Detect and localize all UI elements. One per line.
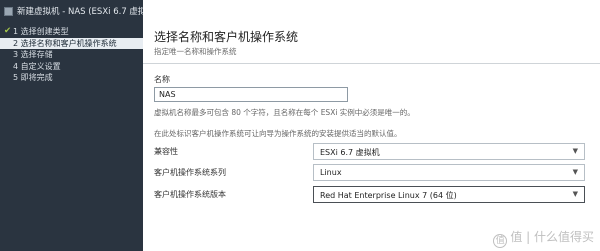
chevron-down-icon: ▼ [572, 168, 578, 176]
zhi-icon: 值 [493, 234, 508, 248]
chevron-down-icon: ▼ [572, 190, 578, 198]
vm-name-input[interactable] [154, 87, 348, 102]
window-title: 新建虚拟机 - NAS (ESXi 6.7 虚拟机) [17, 7, 159, 17]
compatibility-value: ESXi 6.7 虚拟机 [320, 148, 380, 157]
wizard-sidebar: 新建虚拟机 - NAS (ESXi 6.7 虚拟机) ✔ 1 选择创建类型 2 … [0, 0, 158, 251]
wizard-step-2[interactable]: 2 选择名称和客户机操作系统 [0, 37, 143, 49]
step-label: 自定义设置 [20, 61, 61, 71]
os-hint: 在此处标识客户机操作系统可让向导为操作系统的安装提供适当的默认值。 [154, 129, 402, 138]
compatibility-row: 兼容性 ESXi 6.7 虚拟机 ▼ [154, 143, 585, 161]
chevron-down-icon: ▼ [572, 147, 578, 155]
wizard-step-1[interactable]: ✔ 1 选择创建类型 [0, 26, 143, 38]
wizard-step-4[interactable]: 4 自定义设置 [0, 61, 143, 73]
compatibility-label: 兼容性 [154, 147, 178, 156]
check-icon: ✔ [3, 26, 12, 36]
watermark: 值值 | 什么值得买 [493, 228, 594, 248]
os-family-select[interactable]: Linux ▼ [313, 164, 585, 181]
step-label: 选择名称和客户机操作系统 [20, 38, 117, 48]
watermark-text: 值 | 什么值得买 [510, 230, 594, 244]
wizard-steps: ✔ 1 选择创建类型 2 选择名称和客户机操作系统 3 选择存储 4 自定义设置… [0, 26, 143, 84]
step-number: 4 [13, 61, 19, 71]
os-version-label: 客户机操作系统版本 [154, 190, 226, 199]
os-version-select[interactable]: Red Hat Enterprise Linux 7 (64 位) ▼ [313, 186, 585, 203]
compatibility-select[interactable]: ESXi 6.7 虚拟机 ▼ [313, 143, 585, 160]
page-subtitle: 指定唯一名称和操作系统 [154, 47, 237, 56]
header-divider [143, 63, 600, 64]
step-number: 5 [13, 73, 19, 82]
os-family-row: 客户机操作系统系列 Linux ▼ [154, 164, 585, 182]
step-number: 1 [13, 27, 19, 36]
os-version-value: Red Hat Enterprise Linux 7 (64 位) [320, 191, 457, 200]
step-number: 3 [13, 50, 19, 59]
page-header: 选择名称和客户机操作系统 指定唯一名称和操作系统 [143, 0, 600, 66]
wizard-step-5[interactable]: 5 即将完成 [0, 72, 143, 84]
step-label: 即将完成 [20, 73, 53, 82]
step-label: 选择存储 [20, 50, 53, 59]
wizard-step-3[interactable]: 3 选择存储 [0, 49, 143, 61]
window-title-bar: 新建虚拟机 - NAS (ESXi 6.7 虚拟机) [0, 0, 158, 25]
step-label: 选择创建类型 [20, 27, 69, 36]
os-family-label: 客户机操作系统系列 [154, 168, 226, 177]
page-title: 选择名称和客户机操作系统 [154, 30, 299, 44]
name-label: 名称 [154, 75, 170, 84]
name-hint: 虚拟机名称最多可包含 80 个字符，且名称在每个 ESXi 实例中必须是唯一的。 [154, 108, 415, 117]
wizard-content: 选择名称和客户机操作系统 指定唯一名称和操作系统 名称 虚拟机名称最多可包含 8… [143, 0, 600, 251]
os-version-row: 客户机操作系统版本 Red Hat Enterprise Linux 7 (64… [154, 186, 585, 204]
vm-icon [4, 7, 13, 16]
os-family-value: Linux [320, 168, 342, 177]
step-number: 2 [13, 38, 19, 48]
